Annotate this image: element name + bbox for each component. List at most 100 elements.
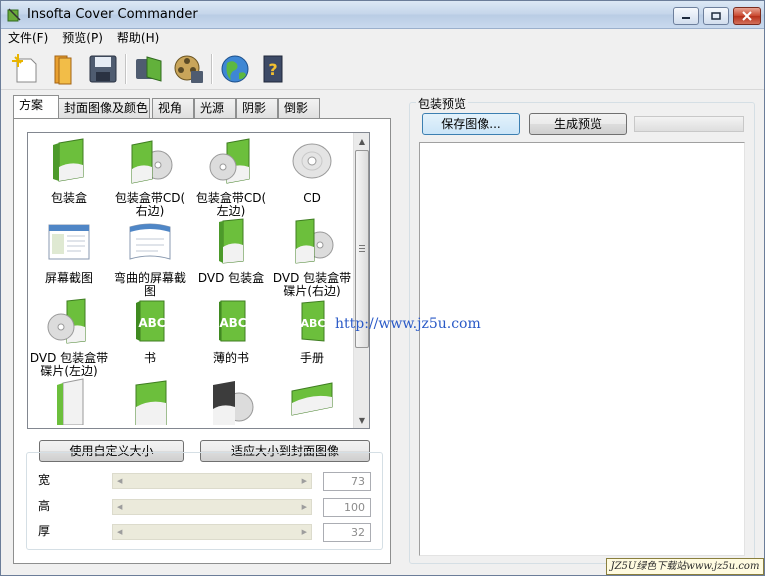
scheme-dvd-box[interactable]: DVD 包装盒 <box>191 217 271 285</box>
svg-text:ABC: ABC <box>138 316 165 330</box>
new-project-button[interactable] <box>7 51 43 87</box>
box-with-cd-icon <box>209 138 250 184</box>
open-button[interactable] <box>45 51 81 87</box>
scheme-list-scrollbar[interactable]: ▲ ▼ <box>353 133 369 428</box>
svg-text:?: ? <box>268 60 277 79</box>
width-field[interactable]: 73 <box>323 472 371 491</box>
title-bar: Insofta Cover Commander <box>1 1 764 29</box>
toolbar-separator <box>211 54 213 84</box>
menu-help[interactable]: 帮助(H) <box>110 29 166 48</box>
save-film-icon <box>174 55 203 83</box>
close-button[interactable] <box>733 7 761 25</box>
save-image-button[interactable] <box>131 51 167 87</box>
scheme-list-item[interactable] <box>110 377 190 428</box>
progress-bar <box>634 116 744 132</box>
save-disk-icon <box>89 55 117 83</box>
minimize-button[interactable] <box>673 7 699 25</box>
curved-screenshot-icon <box>129 223 171 260</box>
box-icon <box>57 378 84 426</box>
svg-text:ABC: ABC <box>219 316 246 330</box>
help-book-icon: ? <box>263 55 283 83</box>
tab-light[interactable]: 光源 <box>194 98 236 118</box>
scheme-panel: 包装盒 包装盒带CD( 右边) 包装盒带CD( 左边) CD 屏幕截图 弯曲的屏… <box>13 118 391 564</box>
scheme-box-cd-right[interactable]: 包装盒带CD( 右边) <box>110 137 190 218</box>
box-icon <box>135 380 167 426</box>
scheme-list: 包装盒 包装盒带CD( 右边) 包装盒带CD( 左边) CD 屏幕截图 弯曲的屏… <box>27 132 370 429</box>
watermark-url: http://www.jz5u.com <box>335 316 481 332</box>
scheme-box-cd-left[interactable]: 包装盒带CD( 左边) <box>191 137 271 218</box>
scheme-label: CD <box>303 191 321 205</box>
new-project-icon <box>12 54 37 83</box>
menu-preview[interactable]: 预览(P) <box>55 29 110 48</box>
help-button[interactable]: ? <box>255 51 291 87</box>
minimize-icon <box>682 17 690 19</box>
thickness-label: 厚 <box>38 524 51 538</box>
preview-canvas <box>419 142 745 556</box>
scroll-up-arrow-icon[interactable]: ▲ <box>354 133 369 149</box>
tab-view-angle[interactable]: 视角 <box>152 98 194 118</box>
tab-cover-image[interactable]: 封面图像及颜色 <box>58 98 150 118</box>
scheme-label: 书 <box>143 351 156 365</box>
close-icon <box>742 11 752 21</box>
main-window: Insofta Cover Commander 文件(F) 预览(P) 帮助(H… <box>0 0 765 576</box>
scheme-label: 包装盒 <box>50 191 87 205</box>
thin-book-icon: ABC <box>219 300 247 342</box>
scheme-screenshot[interactable]: 屏幕截图 <box>29 217 109 285</box>
scheme-list-item[interactable] <box>191 377 271 428</box>
dvd-box-with-disc-icon <box>47 298 86 344</box>
preview-group-title: 包装预览 <box>416 95 469 112</box>
book-icon: ABC <box>136 300 166 342</box>
cd-disc-icon <box>292 143 332 179</box>
watermark-badge: JZ5U绿色下载站www.jz5u.com <box>606 558 764 575</box>
open-folder-icon <box>54 55 72 85</box>
scroll-down-arrow-icon[interactable]: ▼ <box>354 412 369 428</box>
svg-text:ABC: ABC <box>301 317 326 330</box>
scroll-grip <box>359 248 365 249</box>
app-icon <box>7 8 21 22</box>
scheme-thin-book[interactable]: ABC 薄的书 <box>191 297 271 365</box>
save-animation-button[interactable] <box>171 51 207 87</box>
box-with-cd-icon <box>131 140 173 184</box>
scheme-label: 薄的书 <box>212 351 249 365</box>
save-button[interactable] <box>85 51 121 87</box>
scheme-book[interactable]: ABC 书 <box>110 297 190 365</box>
screenshot-icon <box>48 224 90 260</box>
scheme-label: 屏幕截图 <box>44 271 93 285</box>
box-icon <box>291 382 333 416</box>
menu-bar: 文件(F) 预览(P) 帮助(H) <box>1 29 764 48</box>
thickness-field[interactable]: 32 <box>323 523 371 542</box>
width-label: 宽 <box>38 473 51 487</box>
menu-file[interactable]: 文件(F) <box>1 29 55 48</box>
scheme-box[interactable]: 包装盒 <box>29 137 109 205</box>
tab-reflection[interactable]: 倒影 <box>278 98 320 118</box>
width-slider[interactable]: ◀ ▶ <box>112 473 312 489</box>
height-label: 高 <box>38 499 51 513</box>
maximize-button[interactable] <box>703 7 729 25</box>
height-field[interactable]: 100 <box>323 498 371 517</box>
tab-scheme[interactable]: 方案 <box>13 95 59 118</box>
box-icon <box>53 138 84 182</box>
save-image-button[interactable]: 保存图像... <box>422 113 520 135</box>
scheme-curved-screenshot[interactable]: 弯曲的屏幕截 图 <box>110 217 190 298</box>
thickness-slider[interactable]: ◀ ▶ <box>112 524 312 540</box>
dvd-box-icon <box>219 218 244 264</box>
scheme-cd[interactable]: CD <box>272 137 352 205</box>
box-with-cd-icon <box>213 381 254 425</box>
generate-preview-button[interactable]: 生成预览 <box>529 113 627 135</box>
toolbar-separator <box>125 54 127 84</box>
scroll-grip <box>359 245 365 246</box>
web-globe-icon <box>221 55 249 83</box>
tab-shadow[interactable]: 阴影 <box>236 98 278 118</box>
scheme-list-item[interactable] <box>29 377 109 428</box>
scheme-list-item[interactable] <box>272 377 352 428</box>
dvd-box-with-disc-icon <box>295 218 334 264</box>
scheme-dvd-box-disc-left[interactable]: DVD 包装盒带 碟片(左边) <box>29 297 109 378</box>
save-render-icon <box>136 56 162 82</box>
scroll-grip <box>359 251 365 252</box>
scheme-label: DVD 包装盒 <box>197 271 265 285</box>
height-slider[interactable]: ◀ ▶ <box>112 499 312 515</box>
manual-icon: ABC <box>301 300 326 342</box>
scheme-dvd-box-disc-right[interactable]: DVD 包装盒带 碟片(右边) <box>272 217 352 298</box>
toolbar: ? <box>1 48 764 90</box>
website-button[interactable] <box>217 51 253 87</box>
